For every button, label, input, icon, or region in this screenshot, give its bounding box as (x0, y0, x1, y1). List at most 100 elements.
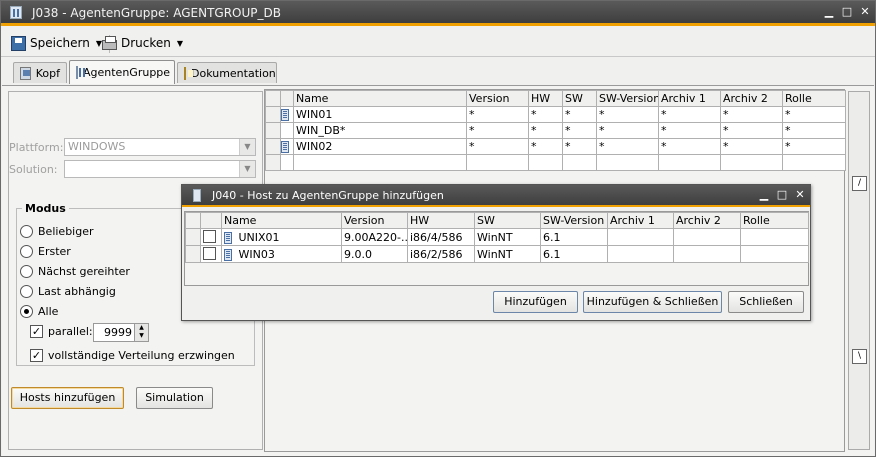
table-row[interactable]: WIN03 9.0.0 i86/2/586 WinNT 6.1 (185, 245, 809, 263)
table-row-empty[interactable] (265, 154, 846, 171)
table-cell[interactable]: i86/2/586 (407, 245, 475, 263)
table-cell[interactable]: * (466, 122, 529, 139)
table-cell[interactable]: * (528, 106, 563, 123)
parallel-checkbox[interactable]: ✓ (30, 325, 43, 338)
table-cell[interactable]: * (782, 138, 846, 155)
move-down-button[interactable]: \ (852, 349, 867, 364)
column-header[interactable]: Archiv 1 (658, 90, 721, 107)
table-cell[interactable]: * (720, 138, 783, 155)
column-header[interactable]: Version (466, 90, 529, 107)
table-row[interactable]: WIN01 * * * * * * * (265, 106, 846, 123)
row-select-checkbox[interactable] (203, 230, 216, 243)
table-cell[interactable] (673, 245, 741, 263)
column-header[interactable]: Name (221, 212, 342, 229)
row-select-checkbox[interactable] (203, 247, 216, 260)
select-cell[interactable] (200, 245, 222, 263)
minimize-icon[interactable]: ▁ (757, 188, 771, 202)
table-cell[interactable]: * (596, 122, 659, 139)
radio-beliebiger[interactable] (20, 225, 33, 238)
table-cell[interactable]: * (528, 122, 563, 139)
minimize-icon[interactable]: ▁ (822, 5, 836, 19)
row-header[interactable] (265, 138, 281, 155)
table-row[interactable]: WIN02 * * * * * * * (265, 138, 846, 155)
row-header[interactable] (185, 245, 201, 263)
table-cell[interactable]: * (562, 122, 597, 139)
row-header[interactable] (265, 122, 281, 139)
parallel-input[interactable]: 9999 (93, 323, 136, 342)
radio-naechst-gereihter[interactable] (20, 265, 33, 278)
table-cell[interactable]: WIN_DB* (293, 122, 467, 139)
table-row[interactable]: WIN_DB* * * * * * * * (265, 122, 846, 139)
column-header[interactable]: HW (407, 212, 475, 229)
radio-alle[interactable] (20, 305, 33, 318)
simulation-button[interactable]: Simulation (136, 387, 213, 409)
close-icon[interactable]: ✕ (858, 5, 872, 19)
select-cell[interactable] (200, 228, 222, 246)
tab-dokumentation[interactable]: Dokumentation (177, 62, 277, 83)
solution-select[interactable]: ▼ (64, 160, 256, 178)
table-cell[interactable]: * (528, 138, 563, 155)
table-cell[interactable] (782, 154, 846, 171)
print-button[interactable]: Drucken ▼ (102, 34, 183, 52)
column-header[interactable]: SW-Version (540, 212, 608, 229)
column-header[interactable]: Archiv 2 (720, 90, 783, 107)
table-cell[interactable]: * (596, 138, 659, 155)
table-cell[interactable]: * (466, 138, 529, 155)
table-cell[interactable] (466, 154, 529, 171)
table-cell[interactable]: 9.00A220-... (341, 228, 408, 246)
table-cell[interactable]: 9.0.0 (341, 245, 408, 263)
print-dropdown-icon[interactable]: ▼ (177, 39, 183, 48)
table-cell[interactable]: UNIX01 (221, 228, 342, 246)
table-cell[interactable] (658, 154, 721, 171)
table-cell[interactable]: * (658, 122, 721, 139)
table-cell[interactable]: WIN03 (221, 245, 342, 263)
table-cell[interactable]: * (720, 122, 783, 139)
force-distribution-checkbox[interactable]: ✓ (30, 349, 43, 362)
table-cell[interactable]: * (782, 122, 846, 139)
table-cell[interactable] (528, 154, 563, 171)
table-cell[interactable]: * (562, 138, 597, 155)
chevron-down-icon[interactable]: ▼ (239, 139, 255, 155)
table-cell[interactable] (740, 245, 809, 263)
column-header[interactable]: Archiv 2 (673, 212, 741, 229)
maximize-icon[interactable]: □ (775, 188, 789, 202)
row-header[interactable] (185, 228, 201, 246)
table-cell[interactable]: WIN02 (293, 138, 467, 155)
table-cell[interactable]: 6.1 (540, 245, 608, 263)
table-row[interactable]: UNIX01 9.00A220-... i86/4/586 WinNT 6.1 (185, 228, 809, 246)
move-up-button[interactable]: / (852, 176, 867, 191)
table-cell[interactable] (673, 228, 741, 246)
table-cell[interactable] (293, 154, 467, 171)
table-cell[interactable]: * (658, 106, 721, 123)
table-cell[interactable]: * (720, 106, 783, 123)
table-cell[interactable]: WIN01 (293, 106, 467, 123)
add-hosts-button[interactable]: Hosts hinzufügen (11, 387, 124, 409)
table-cell[interactable]: WinNT (474, 245, 541, 263)
table-cell[interactable] (607, 228, 674, 246)
table-cell[interactable]: 6.1 (540, 228, 608, 246)
table-cell[interactable] (720, 154, 783, 171)
table-cell[interactable] (607, 245, 674, 263)
table-cell[interactable]: * (562, 106, 597, 123)
column-header[interactable]: Version (341, 212, 408, 229)
add-button[interactable]: Hinzufügen (493, 291, 578, 313)
tab-kopf[interactable]: Kopf (13, 62, 67, 83)
close-button[interactable]: Schließen (728, 291, 804, 313)
column-header[interactable]: SW (474, 212, 541, 229)
column-header[interactable]: Archiv 1 (607, 212, 674, 229)
chevron-down-icon[interactable]: ▼ (239, 161, 255, 177)
table-cell[interactable]: * (466, 106, 529, 123)
table-cell[interactable]: * (782, 106, 846, 123)
column-header[interactable]: SW (562, 90, 597, 107)
column-header[interactable]: SW-Version (596, 90, 659, 107)
column-header[interactable]: Name (293, 90, 467, 107)
save-button[interactable]: Speichern ▼ (11, 34, 102, 52)
column-header[interactable]: HW (528, 90, 563, 107)
add-and-close-button[interactable]: Hinzufügen & Schließen (583, 291, 722, 313)
table-cell[interactable] (562, 154, 597, 171)
maximize-icon[interactable]: □ (840, 5, 854, 19)
table-cell[interactable] (280, 154, 294, 171)
column-header[interactable]: Rolle (782, 90, 846, 107)
tab-agentengruppe[interactable]: AgentenGruppe (69, 60, 175, 84)
row-header[interactable] (265, 106, 281, 123)
